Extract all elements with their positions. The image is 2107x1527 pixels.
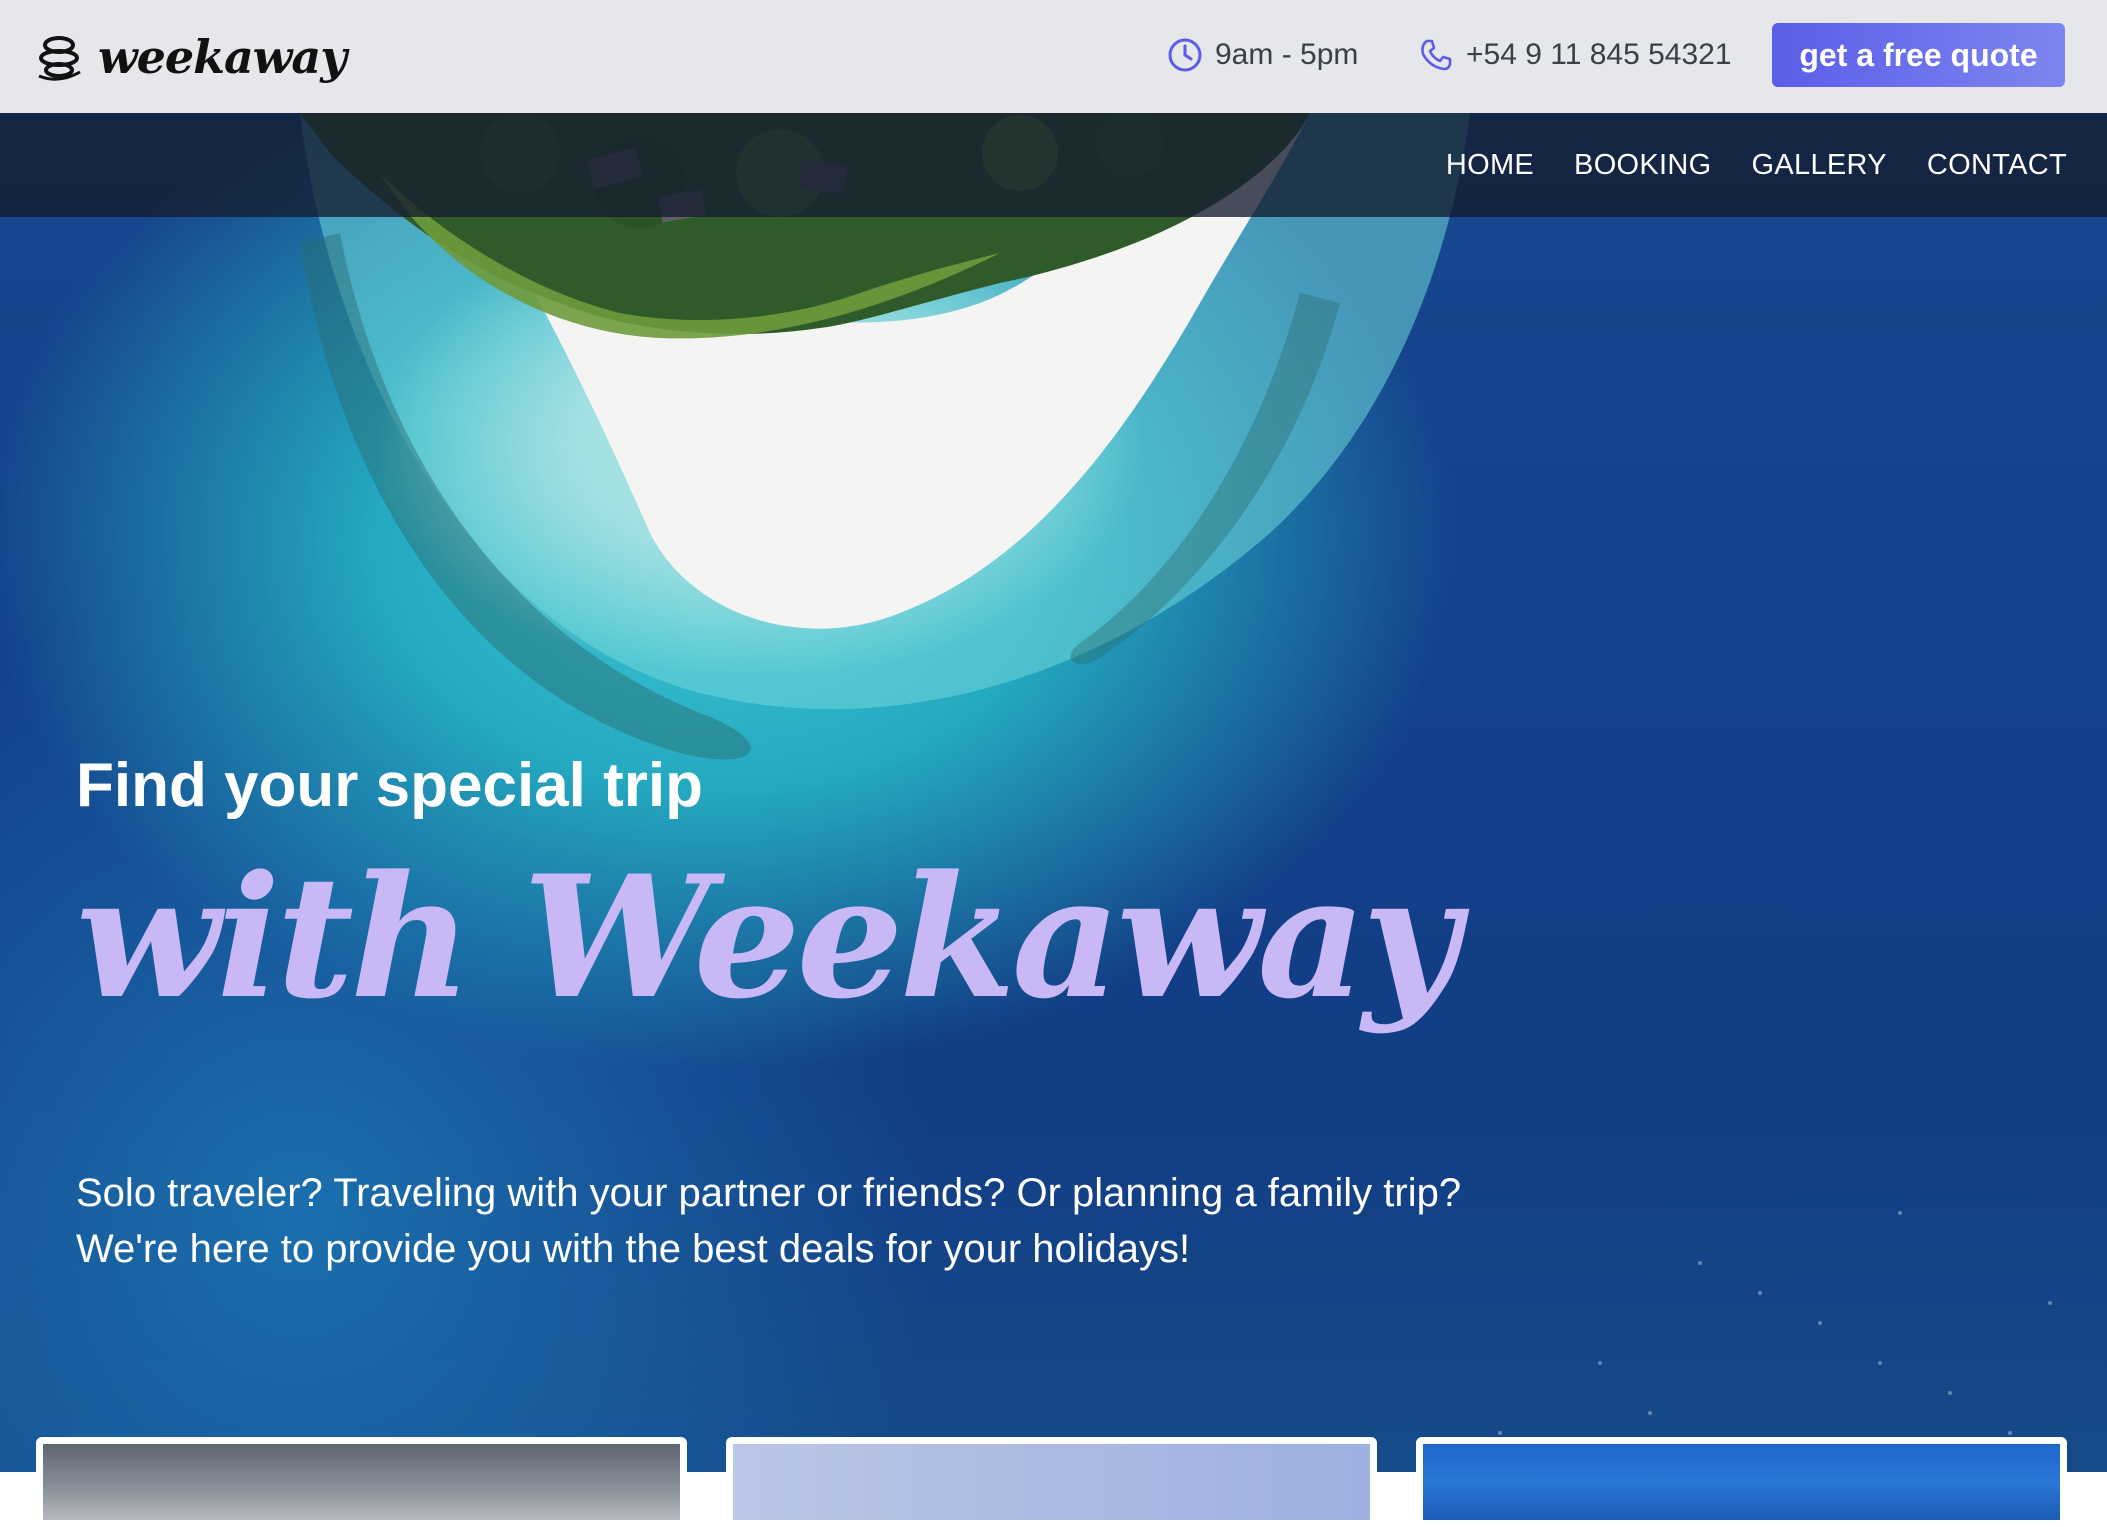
destination-card-image [43, 1444, 680, 1520]
destination-card-image [1423, 1444, 2060, 1520]
phone-contact[interactable]: +54 9 11 845 54321 [1418, 34, 1732, 76]
nav-booking[interactable]: BOOKING [1574, 149, 1711, 182]
phone-text: +54 9 11 845 54321 [1466, 38, 1732, 71]
globe-logo-icon [38, 36, 81, 81]
destination-card[interactable] [726, 1437, 1377, 1527]
hero-script-heading: with Weekaway [76, 838, 1460, 1036]
main-navigation: HOME BOOKING GALLERY CONTACT [0, 113, 2107, 217]
destination-card[interactable] [36, 1437, 687, 1527]
hero-description-line-2: We're here to provide you with the best … [76, 1227, 1191, 1271]
top-header: weekaway 9am - 5pm +54 9 11 845 54321 ge… [0, 0, 2107, 113]
business-hours: 9am - 5pm [1167, 34, 1358, 76]
nav-gallery[interactable]: GALLERY [1752, 149, 1887, 182]
get-quote-button[interactable]: get a free quote [1772, 23, 2065, 87]
nav-contact[interactable]: CONTACT [1927, 149, 2067, 182]
nav-home[interactable]: HOME [1446, 149, 1534, 182]
destination-card[interactable] [1416, 1437, 2067, 1527]
hours-text: 9am - 5pm [1215, 38, 1359, 71]
brand-logo[interactable]: weekaway [34, 26, 347, 88]
clock-icon [1168, 38, 1202, 72]
hero-title: Find your special trip [76, 751, 703, 820]
phone-icon [1421, 39, 1452, 71]
hero-description-line-1: Solo traveler? Traveling with your partn… [76, 1171, 1462, 1215]
hero-description: Solo traveler? Traveling with your partn… [76, 1165, 1676, 1277]
destination-card-image [733, 1444, 1370, 1520]
brand-name: weekaway [98, 30, 347, 84]
hero-section: HOME BOOKING GALLERY CONTACT Find your s… [0, 113, 2107, 1513]
